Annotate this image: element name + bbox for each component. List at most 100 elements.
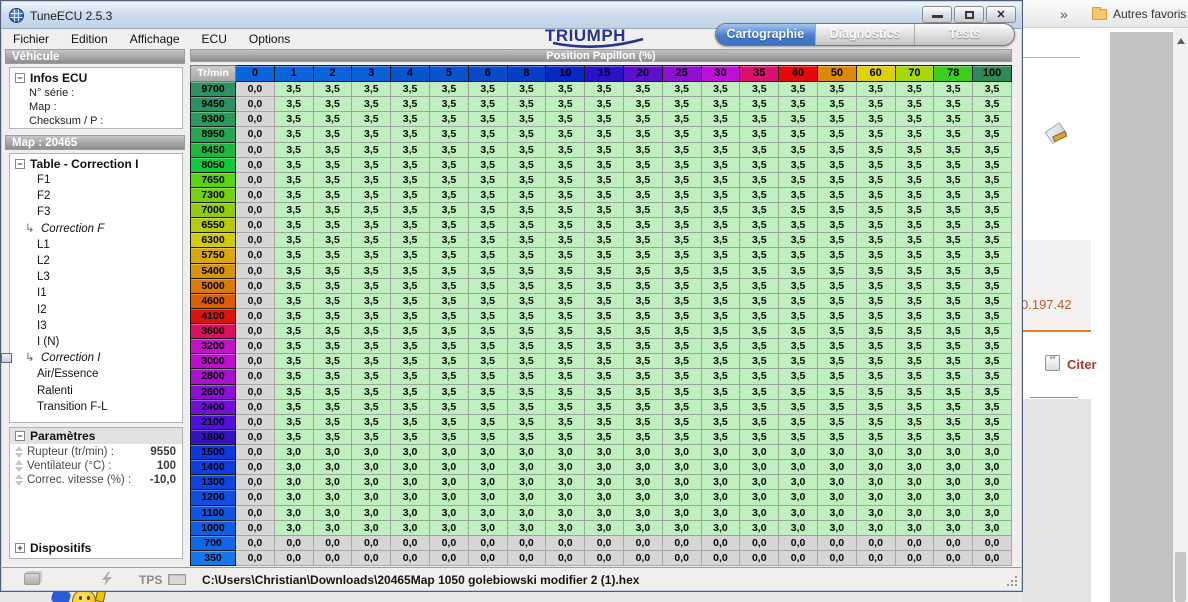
map-cell[interactable]: 3,0	[740, 460, 780, 476]
map-cell[interactable]: 3,5	[662, 218, 702, 234]
map-cell[interactable]: 3,5	[313, 82, 353, 98]
map-cell[interactable]: 0,0	[429, 550, 469, 566]
map-cell[interactable]: 0,0	[236, 82, 275, 98]
map-cell[interactable]: 3,5	[468, 82, 508, 98]
map-cell[interactable]: 3,0	[740, 520, 780, 536]
map-cell[interactable]: 3,5	[352, 112, 392, 128]
map-cell[interactable]: 3,5	[817, 82, 857, 98]
map-cell[interactable]: 0,0	[236, 172, 275, 188]
map-cell[interactable]: 3,5	[895, 233, 935, 249]
map-cell[interactable]: 3,0	[274, 490, 314, 506]
map-cell[interactable]: 3,5	[429, 142, 469, 158]
map-cell[interactable]: 3,5	[313, 293, 353, 309]
map-cell[interactable]: 3,5	[585, 308, 624, 324]
map-cell[interactable]: 0,0	[856, 535, 896, 551]
map-cell[interactable]: 3,5	[740, 278, 780, 294]
map-cell[interactable]: 3,5	[934, 203, 974, 219]
map-cell[interactable]: 3,5	[274, 233, 314, 249]
map-cell[interactable]: 3,5	[623, 172, 663, 188]
map-cell[interactable]: 3,5	[817, 233, 857, 249]
map-cell[interactable]: 3,5	[507, 142, 547, 158]
map-cell[interactable]: 0,0	[236, 414, 275, 430]
map-cell[interactable]: 0,0	[236, 218, 275, 234]
map-cell[interactable]: 3,0	[662, 445, 702, 461]
map-cell[interactable]: 3,5	[391, 429, 430, 445]
map-cell[interactable]: 3,5	[973, 172, 1012, 188]
map-cell[interactable]: 3,5	[546, 384, 586, 400]
map-cell[interactable]: 3,5	[391, 354, 430, 370]
map-cell[interactable]: 3,5	[507, 172, 547, 188]
map-cell[interactable]: 3,5	[623, 248, 663, 264]
map-cell[interactable]: 3,5	[701, 187, 741, 203]
map-cell[interactable]: 0,0	[236, 324, 275, 340]
map-cell[interactable]: 3,5	[817, 97, 857, 113]
map-cell[interactable]: 3,0	[585, 445, 624, 461]
map-cell[interactable]: 3,5	[779, 142, 818, 158]
map-cell[interactable]: 3,5	[313, 399, 353, 415]
map-cell[interactable]: 3,5	[274, 354, 314, 370]
map-cell[interactable]: 3,5	[701, 354, 741, 370]
tab-diagnostics[interactable]: Diagnostics	[816, 24, 916, 45]
map-cell[interactable]: 3,0	[585, 460, 624, 476]
map-cell[interactable]: 3,5	[856, 263, 896, 279]
map-cell[interactable]: 0,0	[236, 308, 275, 324]
map-cell[interactable]: 3,5	[507, 263, 547, 279]
menu-item-fichier[interactable]: Fichier	[2, 29, 60, 49]
map-cell[interactable]: 0,0	[236, 354, 275, 370]
map-cell[interactable]: 3,5	[429, 399, 469, 415]
map-cell[interactable]: 3,5	[391, 339, 430, 355]
map-cell[interactable]: 0,0	[352, 535, 392, 551]
row-header-6550[interactable]: 6550	[190, 218, 236, 234]
map-cell[interactable]: 3,5	[507, 157, 547, 173]
map-cell[interactable]: 3,5	[817, 399, 857, 415]
map-cell[interactable]: 3,5	[856, 112, 896, 128]
map-cell[interactable]: 3,5	[507, 218, 547, 234]
map-cell[interactable]: 3,5	[934, 97, 974, 113]
map-cell[interactable]: 0,0	[895, 550, 935, 566]
map-cell[interactable]: 3,5	[895, 308, 935, 324]
map-cell[interactable]: 3,5	[856, 142, 896, 158]
map-cell[interactable]: 3,5	[934, 429, 974, 445]
map-cell[interactable]: 3,5	[934, 187, 974, 203]
map-cell[interactable]: 3,0	[352, 490, 392, 506]
map-cell[interactable]: 3,5	[779, 248, 818, 264]
map-cell[interactable]: 3,5	[313, 278, 353, 294]
map-cell[interactable]: 3,5	[817, 369, 857, 385]
map-cell[interactable]: 3,5	[429, 233, 469, 249]
map-cell[interactable]: 3,0	[973, 445, 1012, 461]
map-cell[interactable]: 0,0	[895, 535, 935, 551]
map-cell[interactable]: 3,5	[585, 187, 624, 203]
map-cell[interactable]: 3,5	[585, 429, 624, 445]
map-cell[interactable]: 3,5	[973, 263, 1012, 279]
map-cell[interactable]: 3,5	[507, 112, 547, 128]
column-header-100[interactable]: 100	[973, 65, 1012, 82]
map-cell[interactable]: 3,0	[507, 490, 547, 506]
map-cell[interactable]: 3,5	[391, 142, 430, 158]
map-cell[interactable]: 3,5	[895, 354, 935, 370]
map-cell[interactable]: 3,5	[973, 157, 1012, 173]
map-cell[interactable]: 3,5	[391, 324, 430, 340]
expand-icon[interactable]: +	[15, 543, 25, 553]
map-cell[interactable]: 3,0	[779, 505, 818, 521]
map-cell[interactable]: 3,5	[429, 218, 469, 234]
map-cell[interactable]: 3,0	[973, 460, 1012, 476]
map-cell[interactable]: 3,0	[352, 460, 392, 476]
row-header-1200[interactable]: 1200	[190, 490, 236, 506]
map-cell[interactable]: 3,5	[856, 187, 896, 203]
map-cell[interactable]: 3,5	[546, 293, 586, 309]
map-cell[interactable]: 3,5	[546, 82, 586, 98]
map-cell[interactable]: 3,5	[391, 218, 430, 234]
map-cell[interactable]: 3,5	[352, 142, 392, 158]
map-cell[interactable]: 3,5	[352, 203, 392, 219]
column-header-0[interactable]: 0	[236, 65, 275, 82]
map-cell[interactable]: 3,5	[973, 82, 1012, 98]
map-cell[interactable]: 3,5	[468, 172, 508, 188]
map-cell[interactable]: 3,0	[623, 490, 663, 506]
row-header-700[interactable]: 700	[190, 535, 236, 551]
map-cell[interactable]: 3,5	[934, 278, 974, 294]
map-cell[interactable]: 3,5	[585, 369, 624, 385]
tree-item-f3[interactable]: F3	[15, 204, 177, 220]
row-header-4100[interactable]: 4100	[190, 308, 236, 324]
map-cell[interactable]: 0,0	[274, 550, 314, 566]
map-cell[interactable]: 0,0	[779, 550, 818, 566]
